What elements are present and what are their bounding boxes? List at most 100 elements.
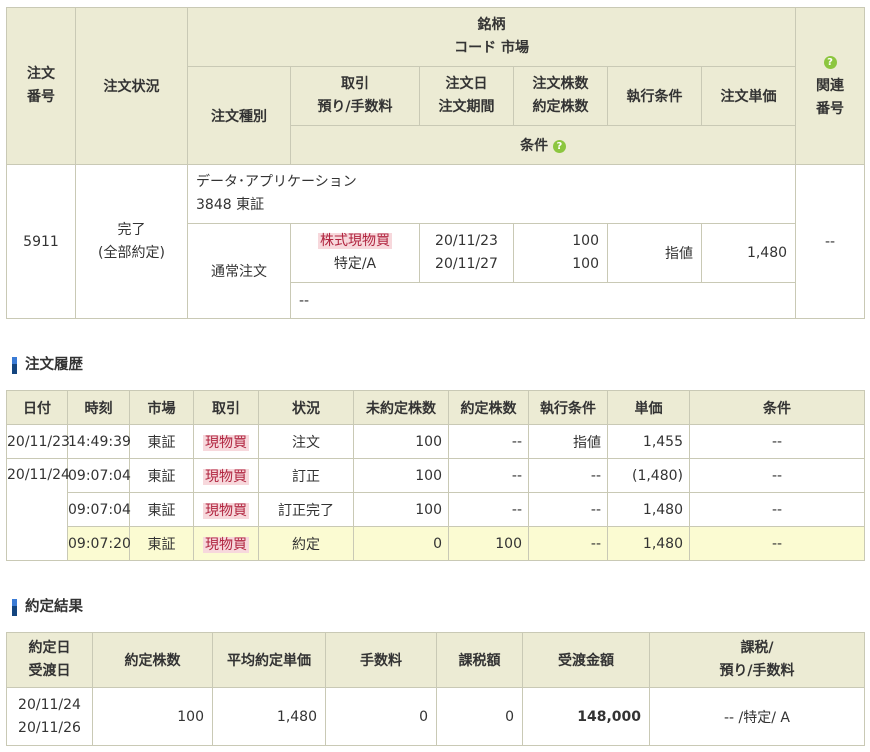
help-icon[interactable]: ? xyxy=(823,56,837,69)
history-header-condition: 条件 xyxy=(689,390,865,425)
result-header-fee: 手数料 xyxy=(325,632,437,688)
header-price: 注文単価 xyxy=(700,66,797,126)
history-market: 東証 xyxy=(129,526,194,561)
history-unexec: 100 xyxy=(353,492,449,527)
history-price: 1,480 xyxy=(607,526,690,561)
history-cond: -- xyxy=(528,492,608,527)
history-cond: -- xyxy=(528,458,608,493)
account-type: 特定/A xyxy=(333,256,377,272)
result-qty: 100 xyxy=(92,687,213,746)
result-account: -- /特定/ A xyxy=(649,687,865,746)
header-order-status: 注文状況 xyxy=(75,7,188,165)
order-status: 完了 (全部約定) xyxy=(75,164,188,319)
history-trade: 現物買 xyxy=(193,424,259,459)
history-market: 東証 xyxy=(129,424,194,459)
result-tax: 0 xyxy=(436,687,523,746)
history-exec: -- xyxy=(448,424,529,459)
trade-cell: 株式現物買 特定/A xyxy=(290,223,420,283)
result-header-tax: 課税額 xyxy=(436,632,523,688)
history-condition: -- xyxy=(689,492,865,527)
history-header-cond: 執行条件 xyxy=(528,390,608,425)
history-status: 訂正 xyxy=(258,458,354,493)
history-condition: -- xyxy=(689,424,865,459)
execution-result-table: 約定日 受渡日 約定株数 平均約定単価 手数料 課税額 受渡金額 課税/預り/手数… xyxy=(6,632,865,746)
header-related-no: ? 関連 番号 xyxy=(795,7,866,165)
result-dates: 20/11/24 20/11/26 xyxy=(6,687,93,746)
brand-cell: データ･アプリケーション 3848 東証 xyxy=(186,164,797,224)
order-no: 5911 xyxy=(6,164,76,319)
result-header-amount: 受渡金額 xyxy=(522,632,650,688)
table-row-highlight: 09:07:20 東証 現物買 約定 0 100 -- 1,480 -- xyxy=(7,526,865,561)
history-header-exec: 約定株数 xyxy=(448,390,529,425)
result-fee: 0 xyxy=(325,687,437,746)
history-condition: -- xyxy=(689,458,865,493)
header-trade: 取引 預り/手数料 xyxy=(290,66,420,126)
order-condition: -- xyxy=(289,282,797,319)
table-row: 20/11/23 14:49:39 東証 現物買 注文 100 -- 指値 1,… xyxy=(6,424,865,459)
table-row: 09:07:04 東証 現物買 訂正完了 100 -- -- 1,480 -- xyxy=(7,492,865,527)
history-header-trade: 取引 xyxy=(193,390,259,425)
history-exec: -- xyxy=(448,492,529,527)
history-price: (1,480) xyxy=(607,458,690,493)
section-marker-icon xyxy=(12,356,17,374)
result-section-title: 約定結果 xyxy=(12,597,83,617)
header-condition: 条件 ? xyxy=(289,125,797,165)
exec-cond: 指値 xyxy=(607,223,702,283)
history-condition: -- xyxy=(689,526,865,561)
order-price: 1,480 xyxy=(700,223,797,283)
history-price: 1,455 xyxy=(607,424,690,459)
header-brand: 銘柄 コード 市場 xyxy=(186,7,797,67)
trade-badge: 株式現物買 xyxy=(318,233,392,249)
related-no: -- xyxy=(795,164,866,319)
header-qty: 注文株数 約定株数 xyxy=(513,66,608,126)
brand-name[interactable]: データ･アプリケーション xyxy=(196,174,357,190)
history-header-market: 市場 xyxy=(129,390,194,425)
history-trade: 現物買 xyxy=(193,492,259,527)
result-header-dates: 約定日 受渡日 xyxy=(6,632,93,688)
qty-cell: 100 100 xyxy=(513,223,608,283)
order-detail-table: 注文 番号 注文状況 銘柄 コード 市場 ? 関連 番号 注文種別 取引 預り/手数料 … xyxy=(6,7,866,319)
header-order-date: 注文日 注文期間 xyxy=(419,66,514,126)
table-row: 20/11/24 20/11/26 100 1,480 0 0 148,000 -… xyxy=(6,687,865,746)
order-history-table: 日付 時刻 市場 取引 状況 未約定株数 約定株数 執行条件 単価 条件 20/… xyxy=(6,390,865,561)
history-exec: 100 xyxy=(448,526,529,561)
history-market: 東証 xyxy=(129,458,194,493)
history-trade: 現物買 xyxy=(193,458,259,493)
history-header-date: 日付 xyxy=(6,390,68,425)
history-unexec: 0 xyxy=(353,526,449,561)
history-cond: -- xyxy=(528,526,608,561)
section-marker-icon xyxy=(12,598,17,616)
history-status: 注文 xyxy=(258,424,354,459)
history-header-status: 状況 xyxy=(258,390,354,425)
history-time: 09:07:04 xyxy=(67,492,131,527)
history-price: 1,480 xyxy=(607,492,690,527)
history-time: 09:07:20 xyxy=(67,526,131,561)
header-order-no: 注文 番号 xyxy=(6,7,76,165)
history-header-time: 時刻 xyxy=(67,390,130,425)
header-order-type: 注文種別 xyxy=(187,66,291,165)
history-time: 09:07:04 xyxy=(67,458,131,493)
result-header-avg-price: 平均約定単価 xyxy=(212,632,326,688)
history-market: 東証 xyxy=(129,492,194,527)
result-avg-price: 1,480 xyxy=(212,687,326,746)
order-date-cell: 20/11/23 20/11/27 xyxy=(419,223,514,283)
history-unexec: 100 xyxy=(353,458,449,493)
help-icon[interactable]: ? xyxy=(552,139,566,153)
history-unexec: 100 xyxy=(353,424,449,459)
result-header-account: 課税/預り/手数料 xyxy=(649,632,865,688)
history-trade: 現物買 xyxy=(193,526,259,561)
order-type: 通常注文 xyxy=(187,223,291,319)
brand-code-market: 3848 東証 xyxy=(196,197,265,213)
history-header-unexec: 未約定株数 xyxy=(353,390,449,425)
history-header-price: 単価 xyxy=(607,390,690,425)
history-time: 14:49:39 xyxy=(67,424,131,459)
history-date: 20/11/24 xyxy=(6,458,70,561)
header-exec-cond: 執行条件 xyxy=(607,66,702,126)
history-status: 約定 xyxy=(258,526,354,561)
history-date: 20/11/23 xyxy=(6,424,70,459)
history-section-title: 注文履歴 xyxy=(12,355,83,375)
history-cond: 指値 xyxy=(528,424,608,459)
history-status: 訂正完了 xyxy=(258,492,354,527)
history-exec: -- xyxy=(448,458,529,493)
table-row: 20/11/24 09:07:04 東証 現物買 訂正 100 -- -- (1… xyxy=(6,458,865,561)
